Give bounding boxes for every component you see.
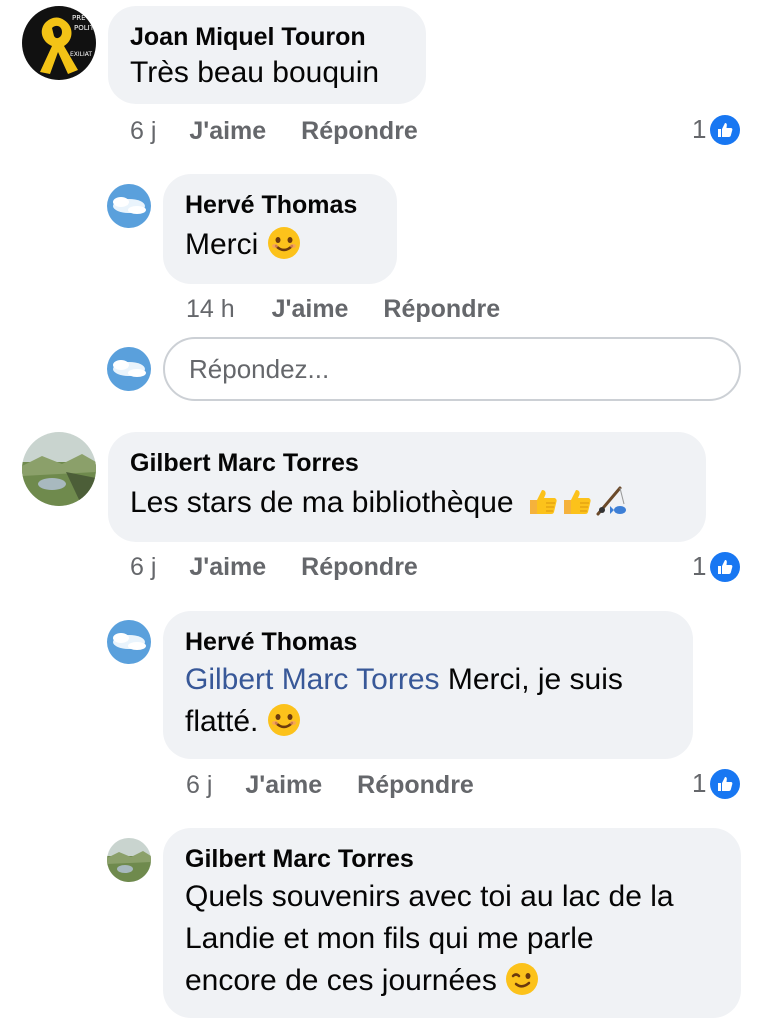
reply-link[interactable]: Répondre (301, 553, 418, 581)
comment-text-row: Gilbert Marc Torres Merci, je suis (185, 659, 671, 701)
fishing-pole-emoji-icon (596, 486, 626, 516)
comment-text: Quels souvenirs avec toi au lac de la (185, 880, 674, 913)
reply-input[interactable]: Répondez... (163, 337, 741, 401)
comment-text-row: flatté. (185, 701, 671, 743)
comment-author[interactable]: Hervé Thomas (185, 190, 375, 220)
comment-text-row: encore de ces journées (185, 960, 719, 1002)
comment-bubble: Hervé Thomas Gilbert Marc Torres Merci, … (163, 611, 693, 759)
comment-meta: 6 j J'aime Répondre (130, 116, 418, 146)
avatar-gilbert-marc-torres[interactable] (107, 838, 151, 882)
comment-text: Les stars de ma bibliothèque (130, 486, 514, 519)
thumbs-up-emoji-icon (529, 490, 557, 514)
comment-meta: 14 h J'aime Répondre (186, 294, 500, 324)
like-count-number: 1 (692, 551, 707, 581)
like-count[interactable]: 1 (692, 551, 741, 582)
svg-text:EXILIAT: EXILIAT (70, 51, 92, 58)
avatar-herve-thomas[interactable] (107, 184, 151, 228)
comment-text: Merci (185, 228, 259, 261)
thumbs-up-icon (710, 768, 741, 799)
comment-bubble: Joan Miquel Touron Très beau bouquin (108, 6, 426, 104)
comment-text: encore de ces journées (185, 964, 497, 997)
like-link[interactable]: J'aime (189, 117, 266, 145)
thumbs-up-icon (710, 114, 741, 145)
avatar-logo-text: PRE (72, 14, 86, 22)
comment-text-row: Merci (185, 224, 375, 266)
smiling-face-emoji-icon (267, 704, 300, 736)
comment-bubble: Hervé Thomas Merci (163, 174, 397, 284)
comment-author[interactable]: Hervé Thomas (185, 627, 671, 657)
comment-bubble: Gilbert Marc Torres Les stars de ma bibl… (108, 432, 706, 542)
comment-author[interactable]: Joan Miquel Touron (130, 22, 404, 52)
avatar-gilbert-marc-torres[interactable] (22, 432, 96, 506)
reply-link[interactable]: Répondre (383, 295, 500, 323)
comment-time[interactable]: 6 j (130, 553, 156, 581)
avatar-herve-thomas[interactable] (107, 620, 151, 664)
winking-face-emoji-icon (506, 963, 539, 995)
comment-author[interactable]: Gilbert Marc Torres (130, 448, 684, 478)
mentioned-user-link[interactable]: Gilbert Marc Torres (185, 663, 440, 696)
comment-text: Landie et mon fils qui me parle (185, 922, 594, 955)
avatar-joan-miquel-touron[interactable]: PRE POLIT EXILIAT (22, 6, 96, 80)
like-link[interactable]: J'aime (189, 553, 266, 581)
comment-text: Très beau bouquin (130, 56, 380, 89)
comment-bubble: Gilbert Marc Torres Quels souvenirs avec… (163, 828, 741, 1018)
like-link[interactable]: J'aime (245, 771, 322, 799)
like-count-number: 1 (692, 114, 707, 144)
comment-author[interactable]: Gilbert Marc Torres (185, 844, 719, 874)
svg-text:POLIT: POLIT (74, 24, 95, 32)
current-user-avatar (107, 347, 151, 391)
reply-link[interactable]: Répondre (357, 771, 474, 799)
reply-input-placeholder: Répondez... (189, 353, 330, 384)
reply-link[interactable]: Répondre (301, 117, 418, 145)
comment-text: Merci, je suis (447, 663, 623, 696)
like-link[interactable]: J'aime (272, 295, 349, 323)
comment-meta: 6 j J'aime Répondre (186, 770, 474, 800)
comment-text-row: Les stars de ma bibliothèque (130, 482, 684, 524)
comment-text: flatté. (185, 705, 259, 738)
comment-meta: 6 j J'aime Répondre (130, 552, 418, 582)
comment-time[interactable]: 6 j (186, 771, 212, 799)
like-count-number: 1 (692, 768, 707, 798)
like-count[interactable]: 1 (692, 768, 741, 799)
thumbs-up-emoji-icon (563, 490, 591, 514)
thumbs-up-icon (710, 551, 741, 582)
comment-time[interactable]: 6 j (130, 117, 156, 145)
comment-time[interactable]: 14 h (186, 295, 235, 323)
like-count[interactable]: 1 (692, 114, 741, 145)
smiling-face-emoji-icon (267, 227, 300, 259)
